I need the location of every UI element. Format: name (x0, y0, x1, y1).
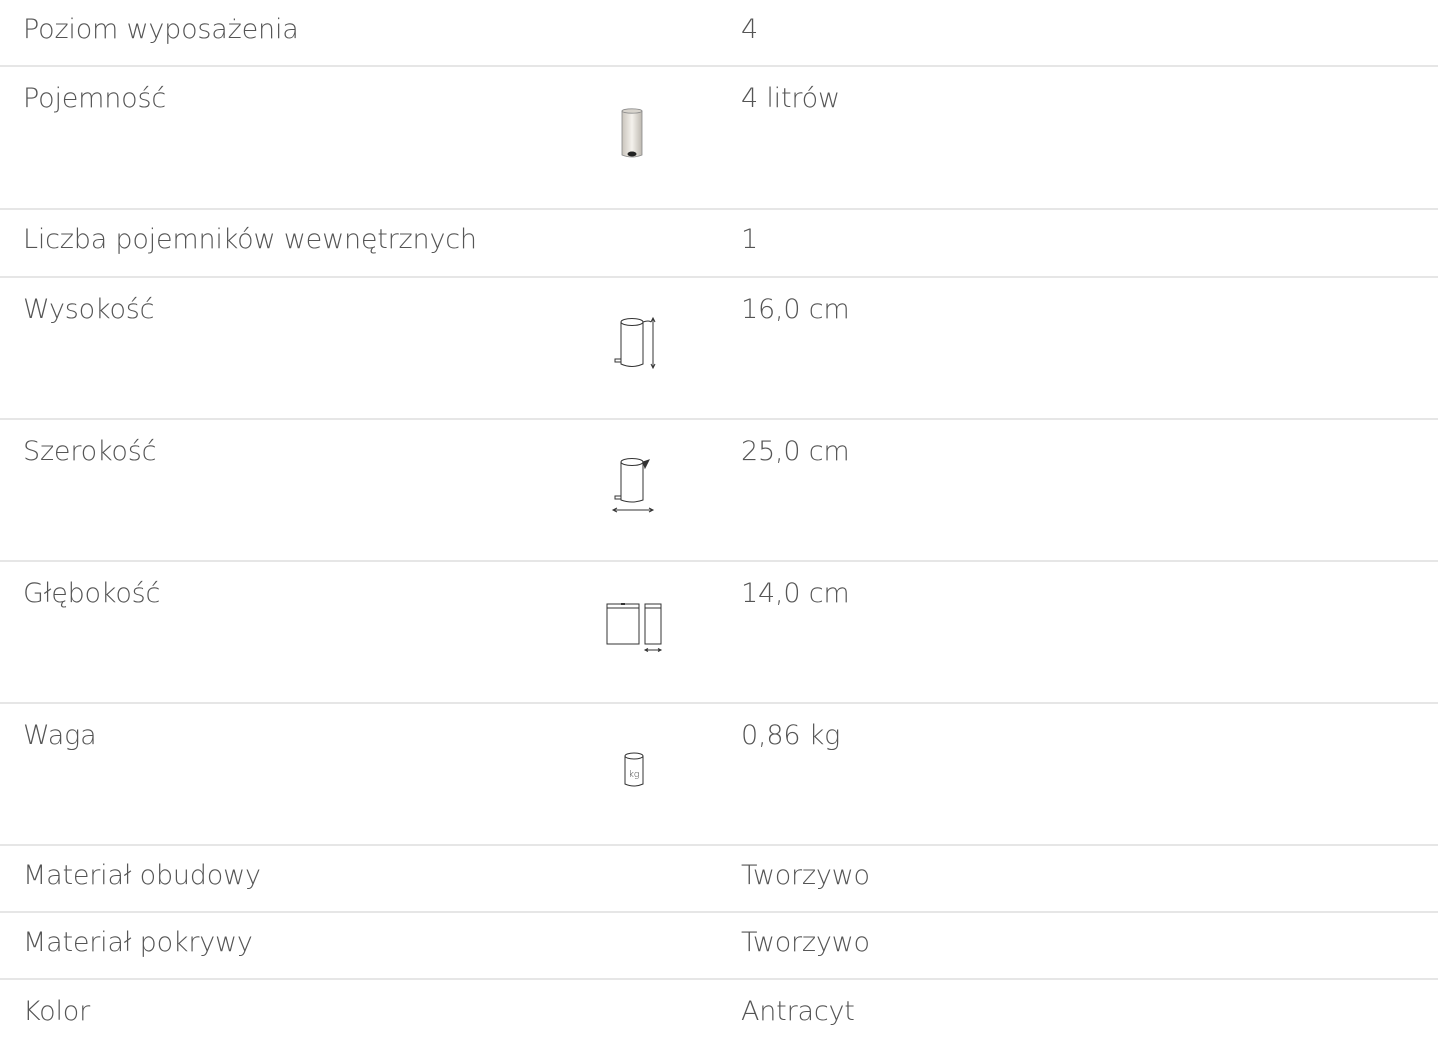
bin-weight-icon: kg (605, 742, 669, 806)
spec-label: Waga (23, 720, 97, 751)
spec-row-width: Szerokość 25,0 cm (0, 420, 1438, 562)
bin-capacity-icon (605, 105, 669, 169)
spec-value: 4 (741, 14, 758, 45)
spec-row-color: Kolor Antracyt (0, 980, 1438, 1044)
spec-row-weight: Waga kg 0,86 kg (0, 704, 1438, 846)
spec-row-body-material: Materiał obudowy Tworzywo (0, 846, 1438, 913)
spec-row-equipment-level: Poziom wyposażenia 4 (0, 0, 1438, 67)
spec-row-inner-containers: Liczba pojemników wewnętrznych 1 (0, 210, 1438, 278)
spec-label: Materiał obudowy (23, 860, 261, 891)
spec-row-capacity: Pojemność 4 litrów (0, 67, 1438, 210)
spec-label: Liczba pojemników wewnętrznych (23, 224, 477, 255)
spec-table: Poziom wyposażenia 4 Pojemność 4 litrów (0, 0, 1438, 1044)
spec-value: Tworzywo (741, 860, 870, 891)
spec-label: Wysokość (23, 294, 155, 325)
bin-height-icon (605, 316, 669, 380)
spec-value: 0,86 kg (741, 720, 841, 751)
spec-label: Materiał pokrywy (23, 927, 253, 958)
spec-value: Tworzywo (741, 927, 870, 958)
spec-row-height: Wysokość 16,0 cm (0, 278, 1438, 420)
spec-value: Antracyt (741, 996, 855, 1027)
spec-value: 1 (741, 224, 758, 255)
spec-value: 16,0 cm (741, 294, 850, 325)
spec-value: 25,0 cm (741, 436, 850, 467)
spec-row-lid-material: Materiał pokrywy Tworzywo (0, 913, 1438, 980)
spec-row-depth: Głębokość 14,0 cm (0, 562, 1438, 704)
spec-label: Szerokość (23, 436, 157, 467)
spec-label: Kolor (23, 996, 91, 1027)
bin-width-icon (605, 458, 669, 522)
spec-label: Głębokość (23, 578, 161, 609)
spec-label: Poziom wyposażenia (23, 14, 299, 45)
spec-value: 4 litrów (741, 83, 840, 114)
spec-label: Pojemność (23, 83, 166, 114)
bin-depth-icon (605, 600, 669, 664)
spec-value: 14,0 cm (741, 578, 850, 609)
weight-icon-text: kg (629, 770, 640, 780)
